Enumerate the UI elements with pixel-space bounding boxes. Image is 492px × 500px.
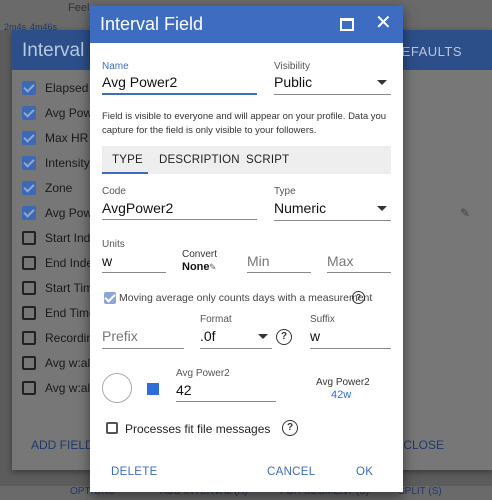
list-item-label: Avg w:alt <box>45 381 94 395</box>
visibility-help-text: Field is visible to everyone and will ap… <box>102 111 387 136</box>
units-underline <box>102 272 166 273</box>
checkbox[interactable] <box>22 206 36 220</box>
list-item[interactable]: Zone <box>22 178 72 198</box>
cancel-button[interactable]: CANCEL <box>267 466 315 478</box>
prefix-underline <box>102 348 184 349</box>
delete-button[interactable]: DELETE <box>111 466 158 478</box>
dialog-header: Interval Field ✕ <box>90 6 403 43</box>
type-label: Type <box>274 186 296 197</box>
list-item[interactable]: End Index <box>22 253 99 273</box>
list-item[interactable]: Start Inde <box>22 228 97 248</box>
type-underline <box>274 220 391 221</box>
max-underline <box>327 272 391 273</box>
convert-label: Convert <box>182 249 218 260</box>
list-item[interactable]: End Time <box>22 303 96 323</box>
list-item-label: Avg w:alt <box>45 356 94 370</box>
list-item[interactable]: Elapsed T <box>22 78 99 98</box>
convert-edit-icon[interactable]: ✎ <box>209 262 217 273</box>
tab-description[interactable]: DESCRIPTION <box>159 154 240 166</box>
list-item-label: End Time <box>45 306 96 320</box>
list-item[interactable]: Recording <box>22 328 100 348</box>
convert-value[interactable]: None <box>182 261 210 273</box>
name-label: Name <box>102 61 129 72</box>
suffix-label: Suffix <box>310 314 335 325</box>
bg-top-label: Feel <box>68 2 90 14</box>
format-help-icon[interactable]: ? <box>276 329 292 345</box>
prefix-input[interactable]: Prefix <box>102 328 138 344</box>
interval-field-dialog: Interval Field ✕ Name Avg Power2 Visibil… <box>90 6 403 492</box>
checkbox[interactable] <box>22 331 36 345</box>
ok-button[interactable]: OK <box>356 466 373 478</box>
tab-bar: TYPE DESCRIPTION SCRIPT <box>102 146 391 174</box>
active-tab-indicator <box>102 172 148 174</box>
checkbox[interactable] <box>22 181 36 195</box>
suffix-underline <box>310 348 391 349</box>
edit-pencil-icon[interactable]: ✎ <box>460 206 470 220</box>
checkbox[interactable] <box>22 81 36 95</box>
checkbox[interactable] <box>22 381 36 395</box>
type-select[interactable]: Numeric <box>274 200 326 216</box>
units-label: Units <box>102 239 125 250</box>
moving-average-help-icon[interactable]: ? <box>352 291 365 304</box>
visibility-underline <box>274 94 391 95</box>
list-item[interactable]: Avg Powe <box>22 203 99 223</box>
preview-value: 42w <box>331 389 352 401</box>
checkbox[interactable] <box>22 231 36 245</box>
name-input-underline <box>102 93 257 95</box>
checkbox[interactable] <box>22 156 36 170</box>
list-item[interactable]: Intensity <box>22 153 90 173</box>
code-input[interactable]: AvgPower2 <box>102 200 173 216</box>
suffix-input[interactable]: w <box>310 328 320 344</box>
sample-value-input[interactable]: 42 <box>176 382 192 398</box>
list-item[interactable]: Avg w:alt <box>22 353 93 373</box>
list-item[interactable]: Avg Powe <box>22 103 99 123</box>
checkbox[interactable] <box>22 256 36 270</box>
type-dropdown-icon[interactable] <box>377 206 387 211</box>
preview-label: Avg Power2 <box>316 377 370 388</box>
moving-average-label: Moving average only counts days with a m… <box>119 292 373 304</box>
add-field-button[interactable]: ADD FIELD <box>31 438 94 452</box>
checkbox[interactable] <box>22 131 36 145</box>
fit-messages-checkbox[interactable] <box>106 422 118 434</box>
checkbox[interactable] <box>22 106 36 120</box>
moving-average-checkbox[interactable] <box>104 292 116 304</box>
units-input[interactable]: w <box>102 253 112 269</box>
visibility-label: Visibility <box>274 61 310 72</box>
tab-type[interactable]: TYPE <box>112 154 143 166</box>
color-picker-circle[interactable] <box>102 373 132 403</box>
checkbox[interactable] <box>22 306 36 320</box>
format-dropdown-icon[interactable] <box>258 334 268 339</box>
maximize-icon[interactable] <box>340 18 354 31</box>
fit-messages-label: Processes fit file messages <box>125 422 271 436</box>
list-item[interactable]: Avg w:alt <box>22 378 93 398</box>
bg-split-button: SPLIT (S) <box>398 486 442 497</box>
sample-value-underline <box>176 401 276 402</box>
tab-script[interactable]: SCRIPT <box>246 154 289 166</box>
code-underline <box>102 219 257 220</box>
list-item[interactable]: Max HR <box>22 128 88 148</box>
format-underline <box>200 348 272 349</box>
fit-messages-help-icon[interactable]: ? <box>282 420 298 436</box>
name-input[interactable]: Avg Power2 <box>102 74 177 90</box>
min-input[interactable]: Min <box>247 253 270 269</box>
dialog-title: Interval Field <box>100 14 204 34</box>
max-input[interactable]: Max <box>327 253 353 269</box>
close-button[interactable]: CLOSE <box>403 438 444 452</box>
checkbox[interactable] <box>22 356 36 370</box>
list-item[interactable]: Start Time <box>22 278 100 298</box>
sample-value-label: Avg Power2 <box>176 368 230 379</box>
min-underline <box>247 272 311 273</box>
checkbox[interactable] <box>22 281 36 295</box>
list-item-label: Zone <box>45 181 73 195</box>
format-label: Format <box>200 314 232 325</box>
format-select[interactable]: .0f <box>200 328 216 344</box>
visibility-select[interactable]: Public <box>274 74 312 90</box>
list-item-label: Max HR <box>45 131 89 145</box>
list-item-label: Intensity <box>45 156 90 170</box>
color-swatch[interactable] <box>147 383 159 395</box>
visibility-dropdown-icon[interactable] <box>377 80 387 85</box>
close-icon[interactable]: ✕ <box>375 12 392 34</box>
code-label: Code <box>102 186 126 197</box>
